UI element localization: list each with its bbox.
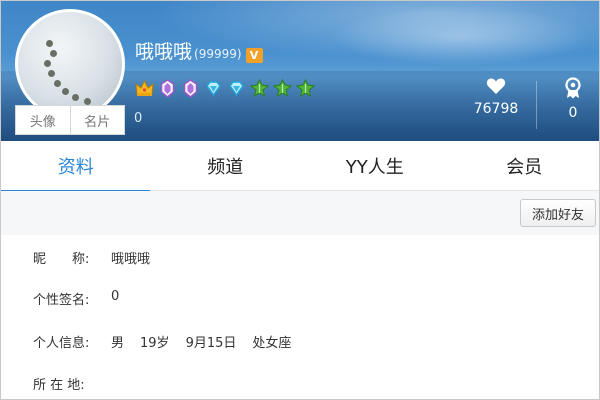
avatar-image-detail — [54, 80, 61, 87]
badge-row — [135, 79, 315, 98]
blue-diamond-icon[interactable] — [227, 79, 246, 98]
nickname-value: 哦哦哦 — [111, 252, 151, 267]
heart-icon — [486, 78, 506, 94]
avatar-image-detail — [72, 94, 79, 101]
medals-count: 0 — [568, 105, 578, 121]
green-leaf-icon[interactable] — [250, 79, 269, 98]
nickname-label: 昵 称: — [33, 252, 90, 267]
likes-stat[interactable]: 76798 — [471, 77, 521, 117]
avatar-image-detail — [48, 70, 55, 77]
avatar-tab-photo[interactable]: 头像 — [16, 106, 70, 134]
header-background-highlight — [331, 6, 591, 66]
blue-diamond-icon[interactable] — [204, 79, 223, 98]
medal-icon — [565, 77, 581, 99]
name-row: 哦哦哦 (99999) V — [135, 37, 263, 64]
avatar-tabs: 头像 名片 — [15, 105, 125, 135]
info-row-location: 所 在 地: — [33, 374, 111, 393]
tab-channel[interactable]: 频道 — [151, 141, 301, 191]
info-row-signature: 个性签名: 0 — [33, 289, 119, 308]
crown-icon[interactable] — [135, 79, 154, 98]
avatar-tab-card[interactable]: 名片 — [69, 106, 125, 134]
avatar-image-detail — [46, 40, 53, 47]
personal-values: 男 19岁 9月15日 处女座 — [111, 332, 291, 351]
profile-header: 头像 名片 哦哦哦 (99999) V 0 76798 0 — [1, 1, 599, 141]
tab-membership[interactable]: 会员 — [450, 141, 600, 191]
avatar[interactable] — [15, 9, 125, 119]
avatar-image-detail — [44, 60, 51, 67]
birthday-value: 9月15日 — [185, 336, 237, 351]
age-value: 19岁 — [140, 336, 170, 351]
gender-value: 男 — [111, 336, 125, 351]
username: 哦哦哦 — [135, 41, 193, 63]
location-label: 所 在 地: — [33, 378, 85, 393]
tab-profile[interactable]: 资料 — [1, 141, 151, 192]
green-leaf-icon[interactable] — [273, 79, 292, 98]
avatar-block: 头像 名片 — [15, 9, 125, 137]
info-row-personal: 个人信息: 男 19岁 9月15日 处女座 — [33, 332, 291, 351]
yy-number: (99999) — [194, 47, 242, 61]
info-row-nickname: 昵 称: 哦哦哦 — [33, 248, 150, 267]
likes-count: 76798 — [473, 101, 519, 117]
avatar-image-detail — [62, 88, 69, 95]
tab-yy-life[interactable]: YY人生 — [300, 141, 450, 191]
toolbar-band — [1, 191, 599, 235]
avatar-image-detail — [84, 98, 91, 105]
v-badge-icon[interactable]: V — [245, 48, 263, 63]
fans-count: 0 — [134, 111, 143, 126]
profile-tabs: 资料 频道 YY人生 会员 — [1, 141, 600, 192]
personal-label: 个人信息: — [33, 336, 90, 351]
add-friend-button[interactable]: 添加好友 — [520, 199, 596, 227]
medals-stat[interactable]: 0 — [553, 77, 593, 121]
zodiac-value: 处女座 — [252, 336, 292, 351]
purple-gem-icon[interactable] — [181, 79, 200, 98]
signature-value: 0 — [111, 289, 120, 304]
purple-gem-icon[interactable] — [158, 79, 177, 98]
avatar-image-detail — [50, 50, 57, 57]
green-leaf-icon[interactable] — [296, 79, 315, 98]
stat-divider — [536, 81, 537, 129]
signature-label: 个性签名: — [33, 293, 90, 308]
